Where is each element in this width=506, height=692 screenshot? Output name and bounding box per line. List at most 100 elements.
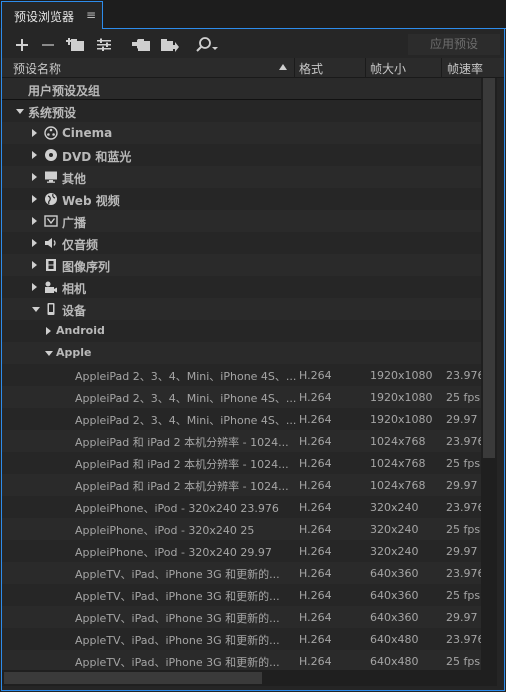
preset-frame-rate: 25 fps	[446, 523, 481, 536]
tree-row-system-presets[interactable]: 系统预设	[2, 100, 481, 122]
preset-frame-size: 1024x768	[370, 435, 426, 448]
vertical-scrollbar[interactable]	[481, 78, 497, 670]
expand-chevron-icon[interactable]	[46, 327, 51, 335]
globe-icon	[44, 192, 58, 206]
system-presets-label: 系统预设	[28, 106, 77, 120]
preset-format: H.264	[299, 369, 332, 382]
preset-name: AppleiPad 2、3、4、Mini、iPhone 4S、...	[75, 414, 297, 427]
expand-chevron-icon[interactable]	[32, 283, 37, 291]
preset-frame-rate: 29.97 fp	[446, 479, 481, 492]
speaker-icon	[44, 236, 58, 250]
preset-frame-rate: 25 fps	[446, 589, 481, 602]
sort-ascending-icon[interactable]	[279, 64, 287, 70]
export-icon[interactable]	[160, 35, 180, 55]
preset-frame-size: 320x240	[370, 501, 419, 514]
toolbar: 应用预设	[2, 29, 504, 60]
preset-format: H.264	[299, 413, 332, 426]
horizontal-scroll-thumb[interactable]	[4, 672, 262, 684]
preset-format: H.264	[299, 633, 332, 646]
horizontal-scrollbar[interactable]	[2, 670, 497, 686]
tree-row-audio-only[interactable]: 仅音频	[2, 232, 481, 254]
column-frame-rate-header[interactable]: 帧速率	[447, 60, 483, 77]
settings-icon[interactable]	[94, 35, 114, 55]
preset-row[interactable]: AppleiPad 和 iPad 2 本机分辨率 - 1024... H.264…	[2, 430, 481, 452]
preset-row[interactable]: AppleiPhone、iPod - 320x240 23.976 H.264 …	[2, 496, 481, 518]
expand-chevron-icon[interactable]	[32, 261, 37, 269]
apply-preset-button[interactable]: 应用预设	[408, 34, 500, 55]
preset-row[interactable]: AppleiPad 2、3、4、Mini、iPhone 4S、... H.264…	[2, 386, 481, 408]
tree-row-other[interactable]: 其他	[2, 166, 481, 188]
column-name-header[interactable]: 预设名称	[13, 60, 61, 77]
group-label: 图像序列	[62, 260, 111, 274]
tree-row-image-sequence[interactable]: 图像序列	[2, 254, 481, 276]
preset-format: H.264	[299, 391, 332, 404]
column-frame-size-header[interactable]: 帧大小	[370, 60, 406, 77]
preset-frame-rate: 29.97 fp	[446, 611, 481, 624]
preset-name: AppleiPhone、iPod - 320x240 25	[75, 524, 255, 537]
preset-row[interactable]: AppleiPhone、iPod - 320x240 29.97 H.264 3…	[2, 540, 481, 562]
tree-row-dvd[interactable]: DVD 和蓝光	[2, 144, 481, 166]
expand-chevron-icon[interactable]	[32, 195, 37, 203]
new-folder-icon[interactable]	[66, 35, 86, 55]
preset-frame-size: 640x360	[370, 589, 419, 602]
preset-row[interactable]: AppleiPad 2、3、4、Mini、iPhone 4S、... H.264…	[2, 364, 481, 386]
tree-row-broadcast[interactable]: 广播	[2, 210, 481, 232]
preset-frame-size: 640x360	[370, 567, 419, 580]
expand-chevron-icon[interactable]	[32, 173, 37, 181]
preset-frame-rate: 29.97 fp	[446, 545, 481, 558]
import-icon[interactable]	[132, 35, 152, 55]
preset-row[interactable]: AppleiPad 和 iPad 2 本机分辨率 - 1024... H.264…	[2, 474, 481, 496]
remove-icon[interactable]	[38, 35, 58, 55]
preset-row[interactable]: AppleiPhone、iPod - 320x240 25 H.264 320x…	[2, 518, 481, 540]
search-input[interactable]	[196, 35, 396, 55]
preset-row[interactable]: AppleTV、iPad、iPhone 3G 和更新的... H.264 640…	[2, 584, 481, 606]
preset-name: AppleiPad 2、3、4、Mini、iPhone 4S、...	[75, 370, 297, 383]
panel-menu-icon[interactable]: ≡	[86, 8, 96, 22]
preset-name: AppleTV、iPad、iPhone 3G 和更新的...	[75, 634, 280, 647]
vertical-scroll-thumb[interactable]	[483, 78, 495, 458]
expand-chevron-icon[interactable]	[32, 217, 37, 225]
preset-frame-size: 1024x768	[370, 457, 426, 470]
device-child-label: Apple	[56, 346, 92, 359]
preset-name: AppleiPad 和 iPad 2 本机分辨率 - 1024...	[75, 436, 289, 449]
preset-row[interactable]: AppleiPad 2、3、4、Mini、iPhone 4S、... H.264…	[2, 408, 481, 430]
tab-preset-browser[interactable]: 预设浏览器 ≡	[1, 1, 103, 29]
expand-chevron-icon[interactable]	[32, 239, 37, 247]
preset-frame-size: 640x480	[370, 633, 419, 646]
group-label: 仅音频	[62, 238, 99, 252]
preset-row[interactable]: AppleTV、iPad、iPhone 3G 和更新的... H.264 640…	[2, 628, 481, 650]
column-divider[interactable]	[365, 58, 366, 78]
preset-row[interactable]: AppleTV、iPad、iPhone 3G 和更新的... H.264 640…	[2, 650, 481, 670]
preset-format: H.264	[299, 457, 332, 470]
expand-chevron-icon[interactable]	[32, 129, 37, 137]
preset-name: AppleiPad 2、3、4、Mini、iPhone 4S、...	[75, 392, 297, 405]
user-presets-label: 用户预设及组	[28, 84, 101, 98]
collapse-chevron-icon[interactable]	[45, 351, 53, 356]
expand-chevron-icon[interactable]	[16, 109, 24, 114]
film-icon	[44, 258, 58, 272]
tree-row-web-video[interactable]: Web 视频	[2, 188, 481, 210]
device-child-label: Android	[56, 324, 105, 337]
preset-row[interactable]: AppleiPad 和 iPad 2 本机分辨率 - 1024... H.264…	[2, 452, 481, 474]
tree-row-user-presets[interactable]: 用户预设及组	[2, 78, 481, 100]
preset-frame-rate: 23.976	[446, 435, 481, 448]
tab-label: 预设浏览器	[14, 10, 75, 24]
preset-frame-rate: 23.976	[446, 567, 481, 580]
tree-row-camera[interactable]: 相机	[2, 276, 481, 298]
tree-row-cinema[interactable]: Cinema	[2, 122, 481, 144]
expand-chevron-icon[interactable]	[32, 151, 37, 159]
tree-row-device[interactable]: 设备	[2, 298, 481, 320]
column-divider[interactable]	[294, 58, 295, 78]
preset-row[interactable]: AppleTV、iPad、iPhone 3G 和更新的... H.264 640…	[2, 562, 481, 584]
column-format-header[interactable]: 格式	[299, 60, 323, 77]
preset-frame-size: 1920x1080	[370, 369, 433, 382]
preset-row[interactable]: AppleTV、iPad、iPhone 3G 和更新的... H.264 640…	[2, 606, 481, 628]
group-label: Web 视频	[62, 194, 120, 208]
tab-bar: 预设浏览器 ≡	[0, 0, 506, 29]
cinema-icon	[44, 126, 58, 140]
column-divider[interactable]	[441, 58, 442, 78]
collapse-chevron-icon[interactable]	[32, 307, 40, 312]
tree-row-android[interactable]: Android	[2, 320, 481, 342]
tree-row-apple[interactable]: Apple	[2, 342, 481, 364]
add-icon[interactable]	[12, 35, 32, 55]
